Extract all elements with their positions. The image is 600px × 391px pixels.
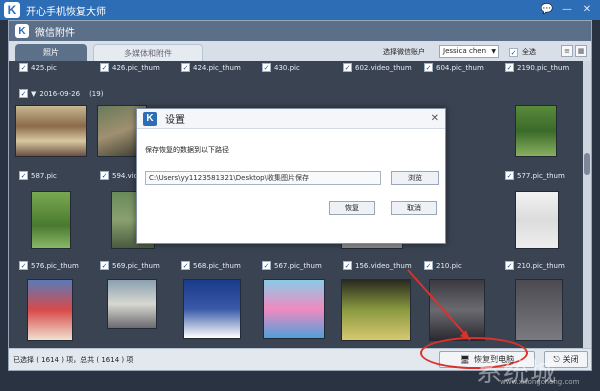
annotation-arrow [407,269,471,341]
watermark-url: www.xitongcheng.com [500,378,580,386]
